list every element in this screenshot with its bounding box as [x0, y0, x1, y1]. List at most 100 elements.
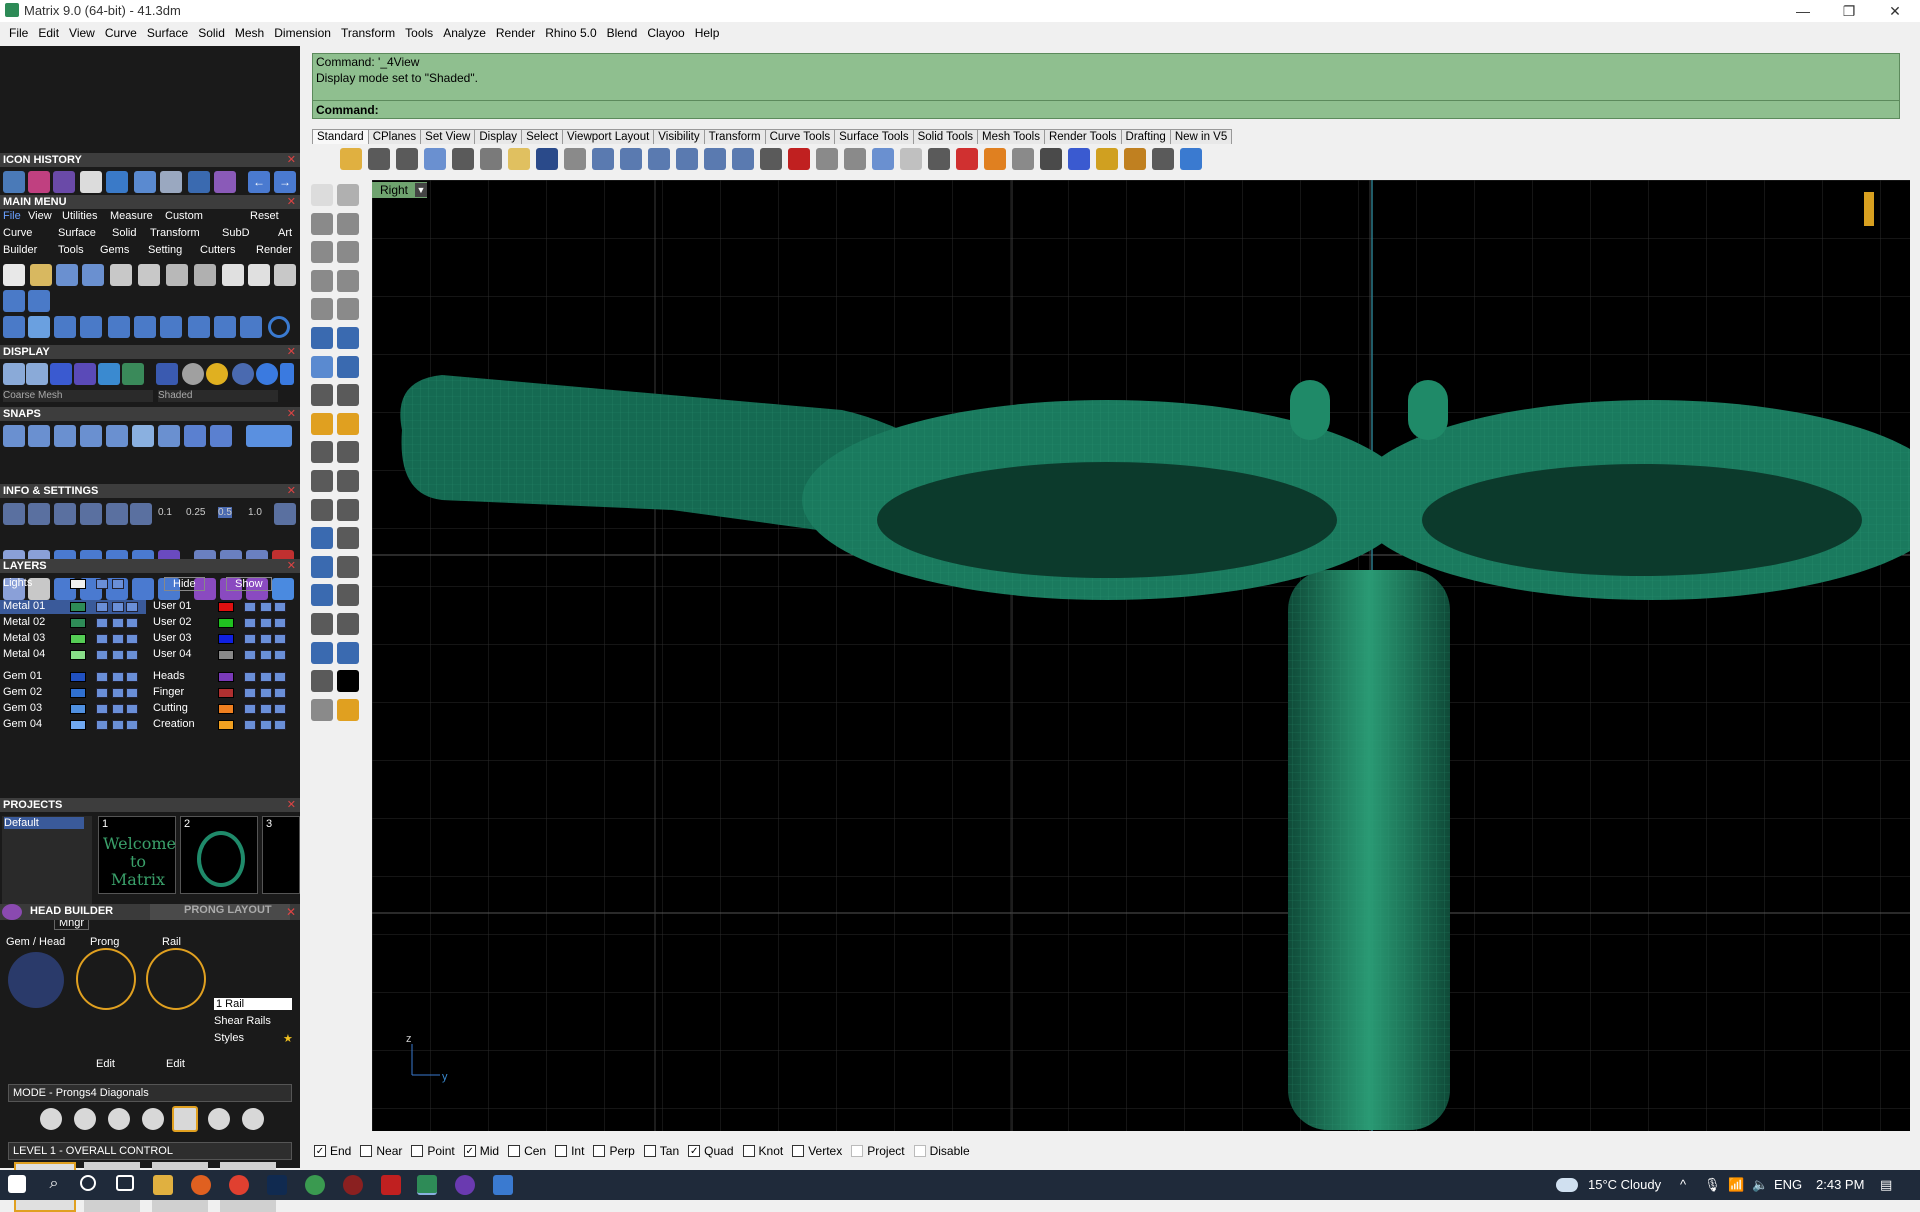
main-menu-gems[interactable]: Gems [100, 244, 129, 256]
modeling-tool-icon[interactable] [337, 269, 359, 292]
display-mode-icon[interactable] [156, 363, 178, 385]
layer-toggle[interactable] [126, 618, 138, 628]
new-file-icon[interactable] [3, 264, 25, 286]
cplane-icon[interactable] [872, 148, 894, 170]
layer-toggle[interactable] [112, 634, 124, 644]
layer-row[interactable]: Creation [150, 718, 296, 732]
display-tool-icon[interactable] [26, 363, 48, 385]
main-menu-transform[interactable]: Transform [150, 227, 200, 239]
menu-rhino5[interactable]: Rhino 5.0 [540, 26, 601, 40]
snap-tool-icon[interactable] [130, 503, 152, 525]
osnap-tan[interactable]: Tan [643, 1144, 679, 1158]
layer-toggle[interactable] [260, 704, 272, 714]
tool-icon[interactable] [80, 316, 102, 338]
snap-tool-icon[interactable] [3, 425, 25, 447]
search-icon[interactable]: ⌕ [44, 1175, 64, 1195]
layer-toggle[interactable] [126, 672, 138, 682]
menu-edit[interactable]: Edit [33, 26, 64, 40]
render-sphere-icon[interactable] [1012, 148, 1034, 170]
osnap-knot[interactable]: Knot [742, 1144, 783, 1158]
history-tool-icon[interactable] [53, 171, 75, 193]
close-icon[interactable]: ✕ [287, 484, 296, 498]
snap-value[interactable]: 1.0 [248, 507, 262, 518]
layer-row[interactable]: Metal 04 [0, 648, 146, 662]
car-icon[interactable] [788, 148, 810, 170]
rail-edit-button[interactable]: Edit [166, 1058, 185, 1070]
pan-icon[interactable] [564, 148, 586, 170]
lock-icon[interactable] [928, 148, 950, 170]
volume-icon[interactable]: 🔈 [1752, 1177, 1768, 1193]
toolbar-tab-set-view[interactable]: Set View [420, 129, 476, 144]
project-thumbnail[interactable]: 2 [180, 816, 258, 894]
point-icon[interactable] [844, 148, 866, 170]
display-sphere-icon[interactable] [206, 363, 228, 385]
close-icon[interactable]: ✕ [287, 195, 296, 209]
osnap-disable[interactable]: Disable [913, 1144, 970, 1158]
app-icon[interactable] [343, 1175, 363, 1195]
layer-toggle[interactable] [274, 688, 286, 698]
print-icon[interactable] [396, 148, 418, 170]
modeling-tool-icon[interactable] [311, 212, 333, 235]
main-menu-render[interactable]: Render [256, 244, 292, 256]
modeling-tool-icon[interactable] [311, 184, 333, 206]
osnap-end[interactable]: ✓ End [314, 1144, 351, 1158]
filter-icon[interactable] [1096, 148, 1118, 170]
info-tool-icon[interactable] [272, 578, 294, 600]
osnap-checkbox[interactable] [742, 1145, 755, 1157]
snap-tool-icon[interactable] [246, 425, 292, 447]
open-folder-icon[interactable] [30, 264, 52, 286]
osnap-checkbox[interactable] [508, 1145, 521, 1157]
osnap-checkbox[interactable]: ✓ [463, 1145, 476, 1157]
matrix-taskbar-icon[interactable] [417, 1175, 437, 1195]
import-icon[interactable] [424, 148, 446, 170]
tool-icon[interactable] [240, 316, 262, 338]
restore-button[interactable]: ❐ [1826, 0, 1872, 22]
tool-icon[interactable] [134, 316, 156, 338]
chevron-up-icon[interactable]: ^ [1680, 1177, 1686, 1192]
main-menu-builder[interactable]: Builder [3, 244, 37, 256]
modeling-tool-icon[interactable] [311, 269, 333, 292]
modeling-tool-icon[interactable] [311, 470, 333, 492]
layer-color-swatch[interactable] [70, 602, 86, 612]
layer-toggle[interactable] [274, 672, 286, 682]
weather-cloud-icon[interactable] [1556, 1178, 1578, 1192]
layer-toggle[interactable] [96, 672, 108, 682]
toolbar-tab-solid-tools[interactable]: Solid Tools [912, 129, 978, 144]
menu-view[interactable]: View [64, 26, 100, 40]
main-menu-subd[interactable]: SubD [222, 227, 250, 239]
modeling-tool-icon[interactable] [337, 613, 359, 635]
clock[interactable]: 2:43 PM [1816, 1177, 1864, 1192]
firefox-icon[interactable] [191, 1175, 211, 1195]
layer-row[interactable]: User 01 [150, 600, 296, 614]
display-mode-select[interactable]: Shaded [158, 390, 278, 402]
wifi-icon[interactable]: 📶 [1728, 1177, 1744, 1193]
modeling-tool-icon[interactable] [311, 555, 333, 578]
close-icon[interactable]: ✕ [287, 798, 296, 812]
osnap-quad[interactable]: ✓ Quad [688, 1144, 734, 1158]
toolbar-tab-select[interactable]: Select [521, 129, 564, 144]
layer-toggle[interactable] [260, 688, 272, 698]
layer-toggle[interactable] [96, 618, 108, 628]
display-tool-icon[interactable] [3, 363, 25, 385]
menu-solid[interactable]: Solid [193, 26, 230, 40]
display-tool-icon[interactable] [98, 363, 120, 385]
grid-icon[interactable] [274, 503, 296, 525]
modeling-tool-icon[interactable] [311, 412, 333, 435]
modeling-tool-icon[interactable] [337, 298, 359, 321]
layer-toggle[interactable] [244, 720, 256, 730]
command-input[interactable]: Command: [313, 100, 1899, 118]
layer-toggle[interactable] [126, 688, 138, 698]
snap-tool-icon[interactable] [54, 503, 76, 525]
layer-toggle[interactable] [126, 602, 138, 612]
layer-toggle[interactable] [274, 704, 286, 714]
zoom-window-icon[interactable] [648, 148, 670, 170]
osnap-checkbox[interactable] [913, 1145, 926, 1157]
layer-color-swatch[interactable] [218, 672, 234, 682]
snap-value[interactable]: 0.5 [218, 507, 232, 518]
modeling-tool-icon[interactable] [337, 184, 359, 206]
main-menu-curve[interactable]: Curve [3, 227, 32, 239]
tool-icon[interactable] [3, 290, 25, 312]
modeling-tool-icon[interactable] [311, 241, 333, 264]
prong-preview-icon[interactable] [76, 948, 136, 1010]
layer-color-swatch[interactable] [70, 634, 86, 644]
